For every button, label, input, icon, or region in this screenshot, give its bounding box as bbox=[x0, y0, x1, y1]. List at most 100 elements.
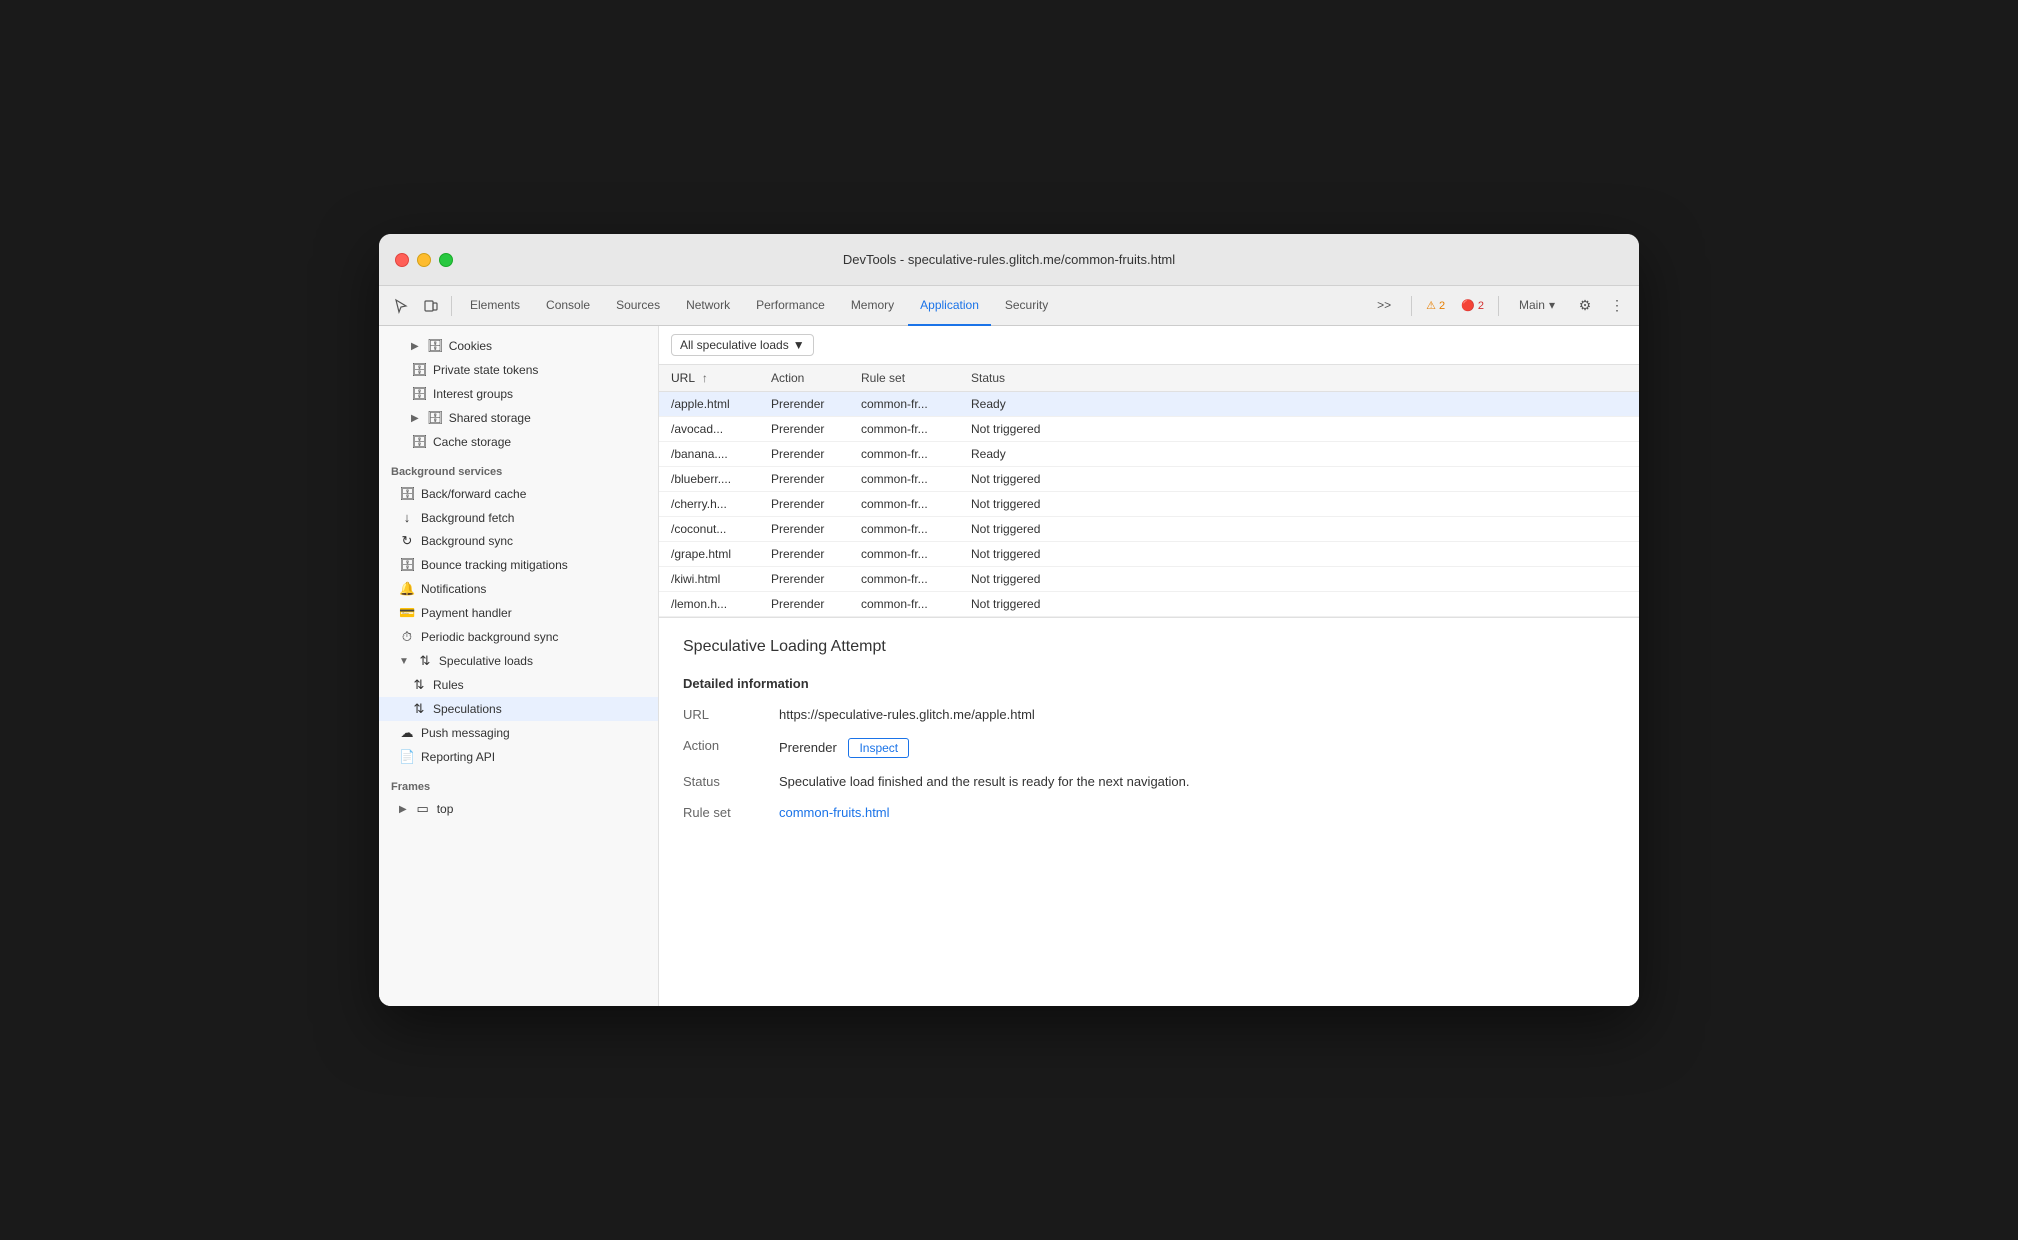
tab-performance[interactable]: Performance bbox=[744, 286, 837, 326]
sidebar-item-background-sync[interactable]: ↻ Background sync bbox=[379, 529, 658, 553]
cell-url: /kiwi.html bbox=[659, 567, 759, 592]
settings-icon[interactable]: ⚙ bbox=[1571, 292, 1599, 320]
filter-dropdown[interactable]: All speculative loads ▼ bbox=[671, 334, 814, 356]
table-row[interactable]: /cherry.h... Prerender common-fr... Not … bbox=[659, 492, 1639, 517]
cell-ruleset: common-fr... bbox=[849, 517, 959, 542]
table-header: URL ↑ Action Rule set Stat bbox=[659, 365, 1639, 392]
cell-action: Prerender bbox=[759, 567, 849, 592]
table-body: /apple.html Prerender common-fr... Ready… bbox=[659, 392, 1639, 617]
sidebar: ▶ 🗄 Cookies 🗄 Private state tokens 🗄 Int… bbox=[379, 326, 659, 1006]
more-tabs-button[interactable]: >> bbox=[1365, 286, 1403, 326]
cell-action: Prerender bbox=[759, 467, 849, 492]
clock-icon: ⏱ bbox=[399, 629, 415, 645]
detail-value-url: https://speculative-rules.glitch.me/appl… bbox=[779, 707, 1035, 722]
sidebar-item-reporting-api[interactable]: 📄 Reporting API bbox=[379, 745, 658, 769]
sidebar-item-bounce-tracking[interactable]: 🗄 Bounce tracking mitigations bbox=[379, 553, 658, 577]
cell-url: /cherry.h... bbox=[659, 492, 759, 517]
main-panel: All speculative loads ▼ URL ↑ bbox=[659, 326, 1639, 1006]
table-row[interactable]: /blueberr.... Prerender common-fr... Not… bbox=[659, 467, 1639, 492]
sidebar-item-shared-storage[interactable]: ▶ 🗄 Shared storage bbox=[379, 406, 658, 430]
cell-ruleset: common-fr... bbox=[849, 392, 959, 417]
table-row[interactable]: /kiwi.html Prerender common-fr... Not tr… bbox=[659, 567, 1639, 592]
cursor-icon[interactable] bbox=[387, 292, 415, 320]
table-row[interactable]: /apple.html Prerender common-fr... Ready bbox=[659, 392, 1639, 417]
db-icon-2: 🗄 bbox=[411, 362, 427, 378]
col-header-action[interactable]: Action bbox=[759, 365, 849, 392]
col-header-url[interactable]: URL ↑ bbox=[659, 365, 759, 392]
table-row[interactable]: /banana.... Prerender common-fr... Ready bbox=[659, 442, 1639, 467]
inspect-button[interactable]: Inspect bbox=[848, 738, 909, 758]
cell-status: Not triggered bbox=[959, 542, 1639, 567]
cell-status: Not triggered bbox=[959, 467, 1639, 492]
minimize-button[interactable] bbox=[417, 253, 431, 267]
tab-memory[interactable]: Memory bbox=[839, 286, 906, 326]
ruleset-link[interactable]: common-fruits.html bbox=[779, 805, 890, 820]
cell-ruleset: common-fr... bbox=[849, 492, 959, 517]
more-options-icon[interactable]: ⋮ bbox=[1603, 292, 1631, 320]
close-button[interactable] bbox=[395, 253, 409, 267]
cell-status: Not triggered bbox=[959, 567, 1639, 592]
tab-network[interactable]: Network bbox=[674, 286, 742, 326]
cell-ruleset: common-fr... bbox=[849, 567, 959, 592]
error-icon: 🔴 bbox=[1461, 299, 1475, 312]
warning-badge: ⚠ 2 bbox=[1420, 297, 1451, 314]
sidebar-item-notifications[interactable]: 🔔 Notifications bbox=[379, 577, 658, 601]
cell-action: Prerender bbox=[759, 442, 849, 467]
sidebar-item-payment-handler[interactable]: 💳 Payment handler bbox=[379, 601, 658, 625]
detail-value-status: Speculative load finished and the result… bbox=[779, 774, 1189, 789]
col-header-ruleset[interactable]: Rule set bbox=[849, 365, 959, 392]
traffic-lights bbox=[395, 253, 453, 267]
sidebar-item-rules[interactable]: ⇅ Rules bbox=[379, 673, 658, 697]
sidebar-item-push-messaging[interactable]: ☁ Push messaging bbox=[379, 721, 658, 745]
sidebar-item-interest-groups[interactable]: 🗄 Interest groups bbox=[379, 382, 658, 406]
table-row[interactable]: /coconut... Prerender common-fr... Not t… bbox=[659, 517, 1639, 542]
cell-ruleset: common-fr... bbox=[849, 442, 959, 467]
toolbar-separator-2 bbox=[1411, 296, 1412, 316]
detail-title: Speculative Loading Attempt bbox=[683, 638, 1615, 656]
sidebar-item-top[interactable]: ▶ ▭ top bbox=[379, 797, 658, 821]
detail-label-action: Action bbox=[683, 738, 763, 758]
detail-row-status: Status Speculative load finished and the… bbox=[683, 774, 1615, 789]
toolbar: Elements Console Sources Network Perform… bbox=[379, 286, 1639, 326]
table-row[interactable]: /avocad... Prerender common-fr... Not tr… bbox=[659, 417, 1639, 442]
table-row[interactable]: /lemon.h... Prerender common-fr... Not t… bbox=[659, 592, 1639, 617]
db-icon-4: 🗄 bbox=[427, 410, 443, 426]
sort-arrow-icon: ↑ bbox=[702, 371, 708, 385]
maximize-button[interactable] bbox=[439, 253, 453, 267]
tab-console[interactable]: Console bbox=[534, 286, 602, 326]
cell-ruleset: common-fr... bbox=[849, 417, 959, 442]
cell-url: /lemon.h... bbox=[659, 592, 759, 617]
detail-section-title: Detailed information bbox=[683, 676, 1615, 691]
sidebar-item-back-forward-cache[interactable]: 🗄 Back/forward cache bbox=[379, 482, 658, 506]
cell-status: Not triggered bbox=[959, 517, 1639, 542]
window-title: DevTools - speculative-rules.glitch.me/c… bbox=[843, 252, 1175, 267]
tab-sources[interactable]: Sources bbox=[604, 286, 672, 326]
detail-row-action: Action Prerender Inspect bbox=[683, 738, 1615, 758]
cell-url: /coconut... bbox=[659, 517, 759, 542]
cell-status: Not triggered bbox=[959, 592, 1639, 617]
sidebar-item-private-state-tokens[interactable]: 🗄 Private state tokens bbox=[379, 358, 658, 382]
sidebar-item-periodic-background-sync[interactable]: ⏱ Periodic background sync bbox=[379, 625, 658, 649]
background-services-label: Background services bbox=[379, 454, 658, 482]
bell-icon: 🔔 bbox=[399, 581, 415, 597]
sidebar-item-cookies[interactable]: ▶ 🗄 Cookies bbox=[379, 334, 658, 358]
cell-status: Ready bbox=[959, 442, 1639, 467]
col-header-status[interactable]: Status bbox=[959, 365, 1639, 392]
device-icon[interactable] bbox=[417, 292, 445, 320]
table-row[interactable]: /grape.html Prerender common-fr... Not t… bbox=[659, 542, 1639, 567]
main-dropdown[interactable]: Main ▾ bbox=[1507, 286, 1567, 326]
cell-status: Not triggered bbox=[959, 417, 1639, 442]
sidebar-item-speculations[interactable]: ⇅ Speculations bbox=[379, 697, 658, 721]
sidebar-item-cache-storage[interactable]: 🗄 Cache storage bbox=[379, 430, 658, 454]
detail-value-action: Prerender Inspect bbox=[779, 738, 909, 758]
sidebar-item-speculative-loads[interactable]: ▼ ⇅ Speculative loads bbox=[379, 649, 658, 673]
tab-security[interactable]: Security bbox=[993, 286, 1060, 326]
toolbar-right: >> ⚠ 2 🔴 2 Main ▾ ⚙ bbox=[1365, 286, 1631, 326]
title-bar: DevTools - speculative-rules.glitch.me/c… bbox=[379, 234, 1639, 286]
tab-application[interactable]: Application bbox=[908, 286, 991, 326]
frame-icon: ▭ bbox=[415, 801, 431, 817]
detail-label-ruleset: Rule set bbox=[683, 805, 763, 820]
arrows-icon: ⇅ bbox=[417, 653, 433, 669]
sidebar-item-background-fetch[interactable]: ↓ Background fetch bbox=[379, 506, 658, 529]
tab-elements[interactable]: Elements bbox=[458, 286, 532, 326]
